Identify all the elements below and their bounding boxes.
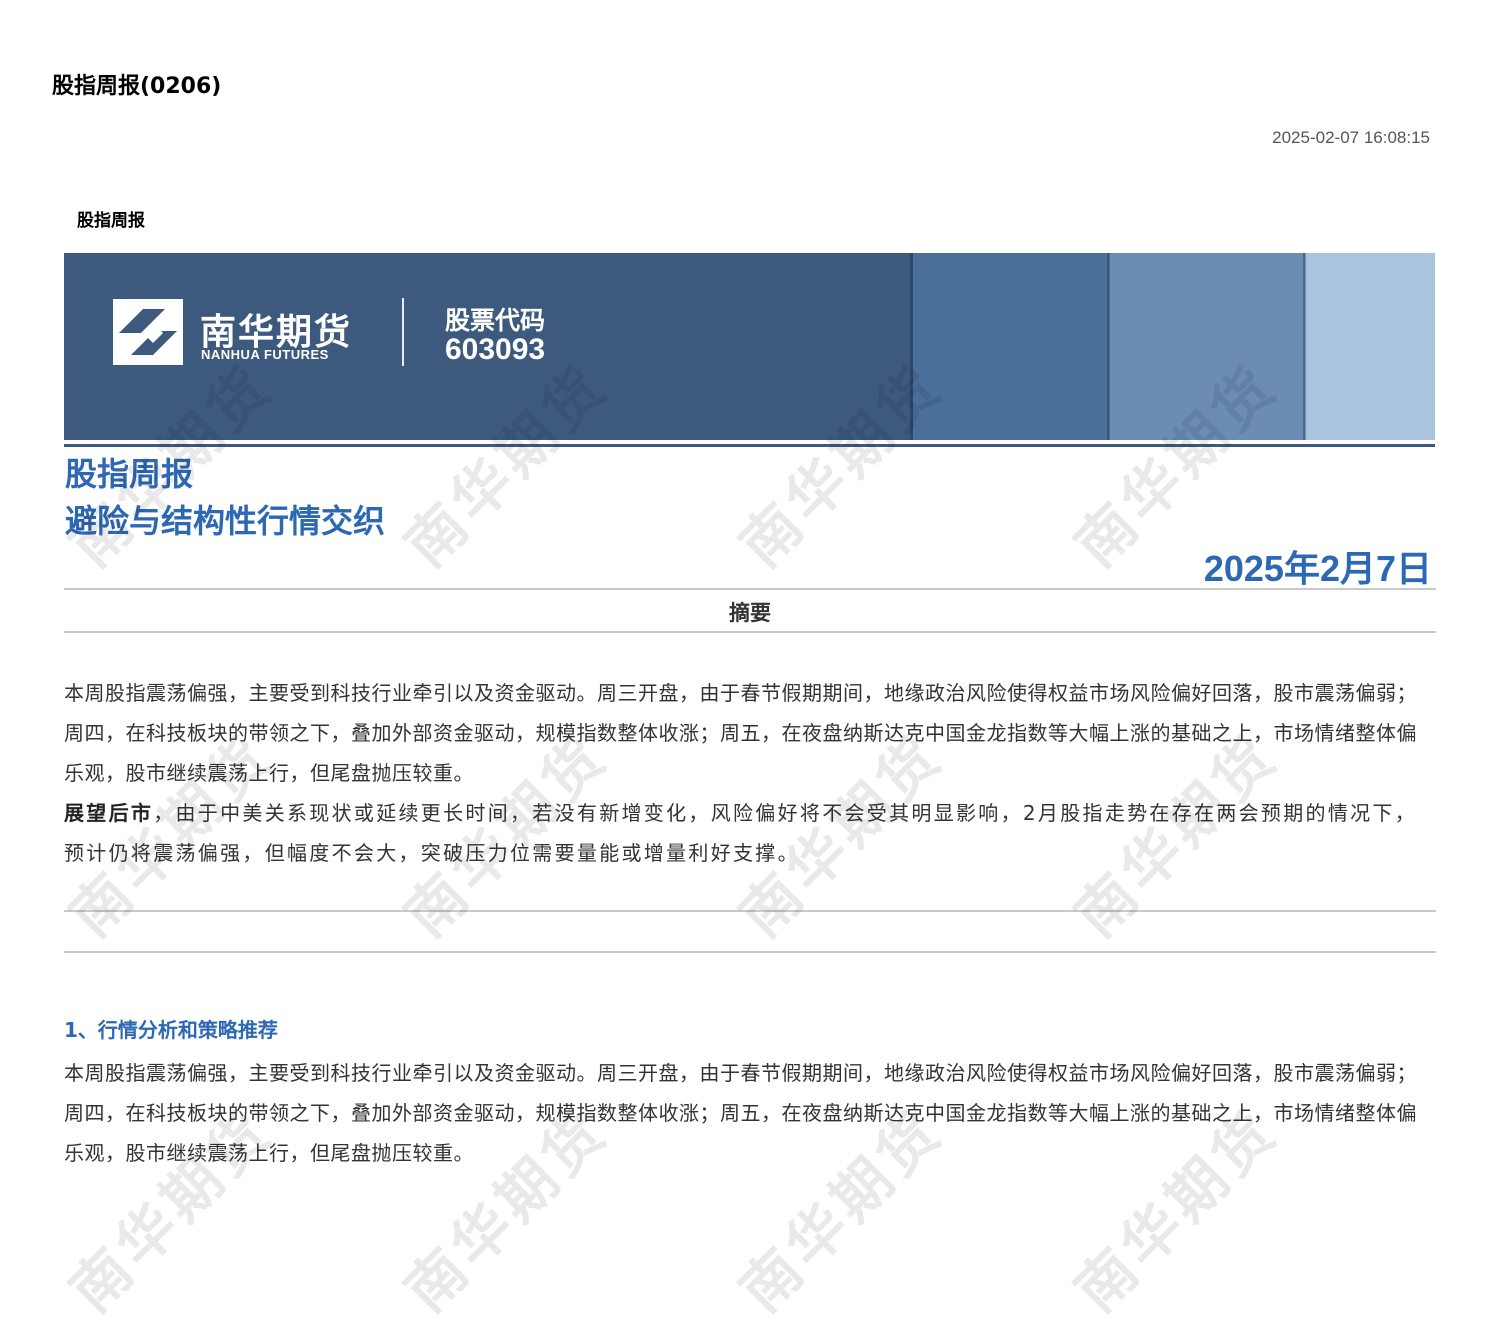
outlook-text: ，由于中美关系现状或延续更长时间，若没有新增变化，风险偏好将不会受其明显影响，2…: [64, 801, 1418, 865]
outlook-label: 展望后市: [64, 801, 154, 825]
logo-english-name: NANHUA FUTURES: [201, 347, 329, 362]
stock-code-label: 股票代码: [445, 306, 546, 335]
banner-band-1: [913, 253, 1109, 440]
logo-divider: [402, 298, 404, 366]
stock-code-value: 603093: [445, 333, 546, 366]
divider: [64, 951, 1436, 953]
section-tag: 股指周报: [77, 211, 145, 231]
section-paragraph: 本周股指震荡偏强，主要受到科技行业牵引以及资金驱动。周三开盘，由于春节假期期间，…: [64, 1061, 1417, 1165]
banner-band-separator: [1303, 253, 1306, 440]
publish-timestamp: 2025-02-07 16:08:15: [1272, 128, 1430, 147]
summary-paragraph: 本周股指震荡偏强，主要受到科技行业牵引以及资金驱动。周三开盘，由于春节假期期间，…: [64, 681, 1417, 785]
banner-underline: [64, 444, 1435, 447]
page-title: 股指周报(0206): [52, 74, 222, 99]
banner-band-separator: [910, 253, 913, 440]
report-subtitle: 避险与结构性行情交织: [65, 502, 386, 540]
divider: [64, 588, 1436, 590]
report-banner: 南华期货 NANHUA FUTURES 股票代码 603093: [64, 253, 1435, 440]
nanhua-logo-icon: [113, 299, 183, 365]
summary-outlook: 展望后市，由于中美关系现状或延续更长时间，若没有新增变化，风险偏好将不会受其明显…: [64, 793, 1434, 873]
banner-band-separator: [1107, 253, 1110, 440]
section-heading: 1、行情分析和策略推荐: [64, 1018, 278, 1042]
banner-band-2: [1109, 253, 1305, 440]
divider: [64, 631, 1436, 633]
divider: [64, 910, 1436, 912]
banner-band-3: [1305, 253, 1435, 440]
report-date: 2025年2月7日: [1203, 548, 1432, 589]
summary-heading: 摘要: [729, 601, 771, 625]
report-name: 股指周报: [65, 455, 194, 493]
